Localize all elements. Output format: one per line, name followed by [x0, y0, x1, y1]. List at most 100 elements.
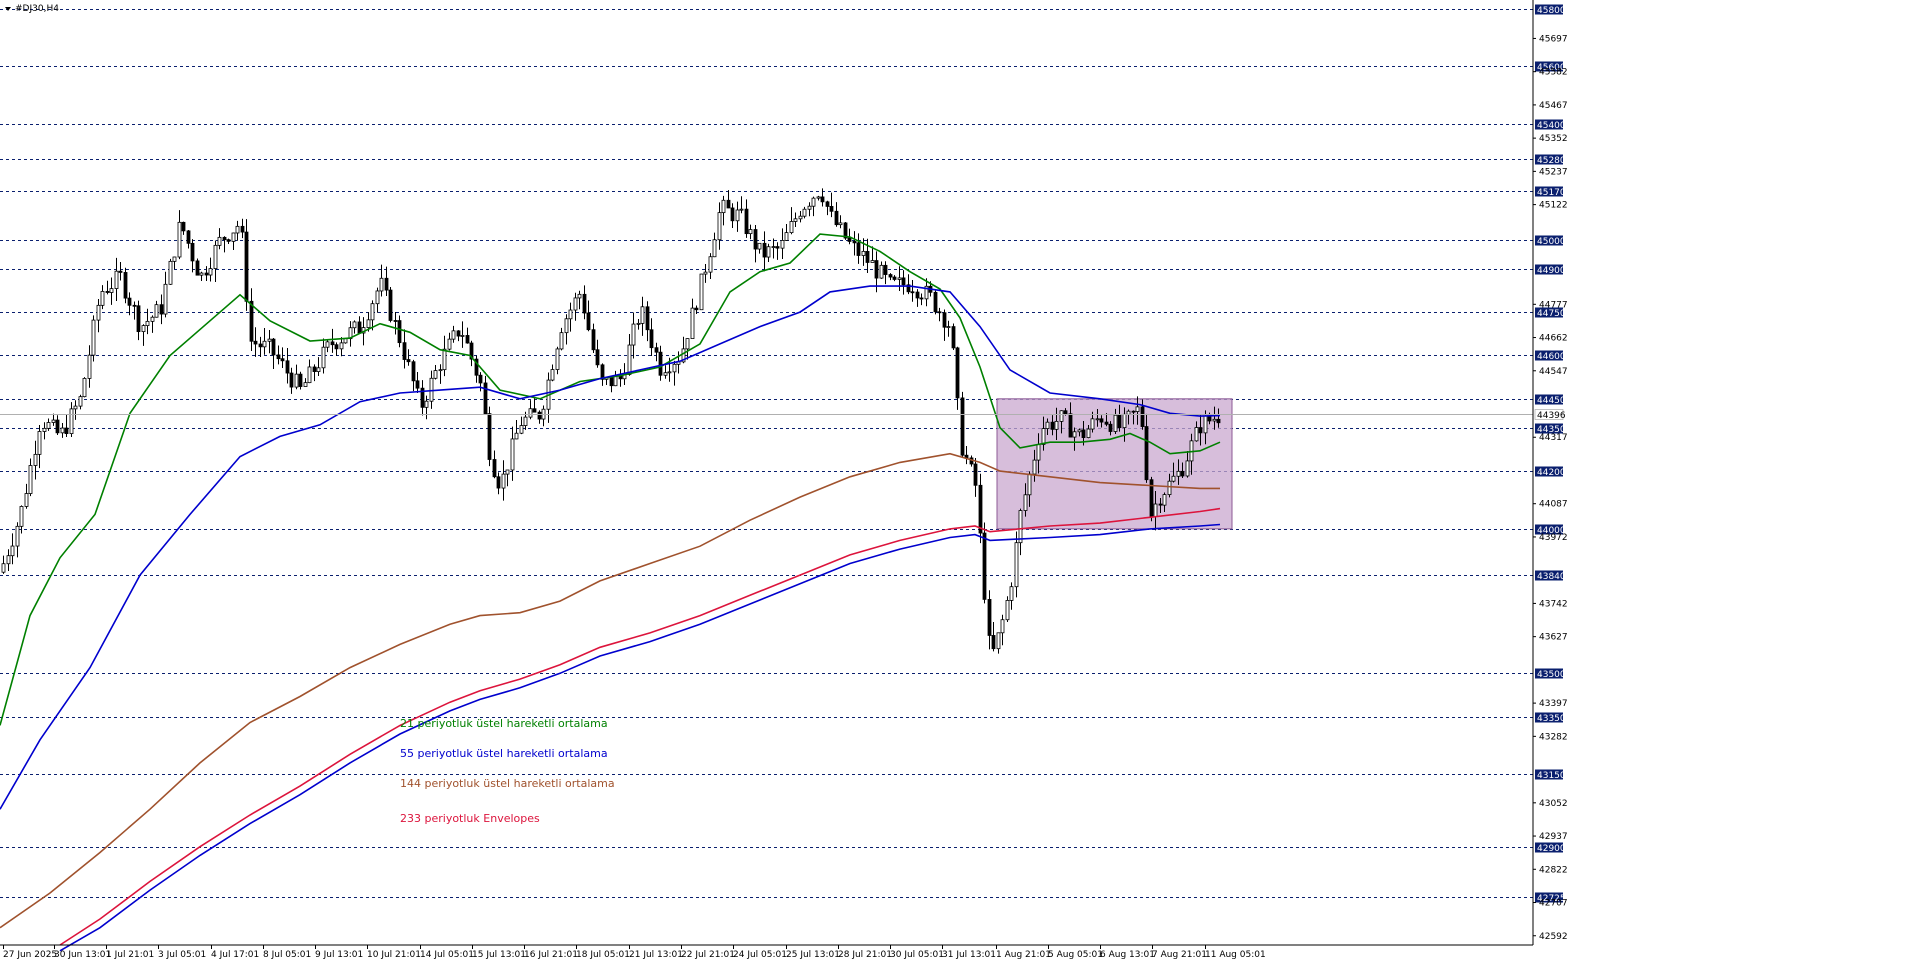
bullish-candle	[510, 438, 515, 471]
bearish-candle	[190, 242, 195, 262]
bullish-candle	[514, 432, 519, 440]
bullish-candle	[87, 354, 92, 379]
time-label: 31 Jul 13:01	[942, 950, 996, 960]
bearish-candle	[465, 335, 470, 344]
bullish-candle	[1126, 410, 1131, 415]
bullish-candle	[78, 396, 83, 407]
price-level-label: 44200	[1537, 468, 1566, 478]
bullish-candle	[231, 232, 236, 242]
bearish-candle	[244, 231, 249, 302]
bearish-candle	[276, 354, 281, 360]
price-level-label: 44900	[1537, 266, 1566, 276]
bullish-candle	[685, 338, 690, 350]
price-level-label: 43150	[1537, 771, 1566, 781]
bearish-candle	[289, 372, 294, 388]
legend-entry: 233 periyotluk Envelopes	[400, 812, 540, 825]
bullish-candle	[528, 408, 533, 418]
time-label: 7 Aug 21:01	[1152, 950, 1207, 960]
bullish-candle	[793, 218, 798, 222]
bullish-candle	[771, 246, 776, 248]
symbol-text: #DJ30,H4	[15, 4, 59, 14]
bullish-candle	[798, 215, 803, 220]
bearish-candle	[537, 411, 542, 420]
bullish-candle	[267, 338, 272, 342]
bullish-candle	[703, 271, 708, 275]
bullish-candle	[573, 297, 578, 311]
bullish-candle	[10, 545, 15, 557]
bullish-candle	[699, 273, 704, 311]
bearish-candle	[487, 413, 492, 460]
bullish-candle	[154, 304, 159, 318]
bearish-candle	[271, 338, 276, 356]
price-tick-label: 45237	[1539, 167, 1568, 177]
bullish-candle	[339, 342, 344, 350]
price-chart[interactable]: 4580045600454004528045170450004490044750…	[0, 0, 1916, 963]
time-label: 1 Aug 21:01	[996, 950, 1051, 960]
bullish-candle	[663, 372, 668, 376]
bullish-candle	[1135, 406, 1140, 412]
bullish-candle	[807, 205, 812, 210]
time-label: 18 Jul 05:01	[576, 950, 630, 960]
time-label: 3 Jul 05:01	[158, 950, 206, 960]
time-label: 28 Jul 21:01	[838, 950, 892, 960]
bearish-candle	[195, 260, 200, 276]
bullish-candle	[897, 277, 902, 280]
price-level-label: 43500	[1537, 670, 1566, 680]
bearish-candle	[726, 199, 731, 209]
bearish-candle	[136, 305, 141, 333]
bullish-candle	[721, 199, 726, 214]
bullish-candle	[424, 400, 429, 408]
bullish-candle	[879, 264, 884, 279]
bearish-candle	[1140, 406, 1145, 427]
bullish-candle	[1113, 414, 1118, 432]
price-level-label: 45170	[1537, 188, 1566, 198]
bullish-candle	[627, 344, 632, 375]
price-tick-label: 42937	[1539, 832, 1568, 842]
bearish-candle	[298, 373, 303, 387]
bullish-candle	[46, 422, 51, 429]
bearish-candle	[132, 304, 137, 307]
bearish-candle	[775, 246, 780, 249]
bullish-candle	[217, 236, 222, 246]
price-tick-label: 45352	[1539, 134, 1568, 144]
price-tick-label: 43397	[1539, 699, 1568, 709]
bullish-candle	[163, 283, 168, 315]
bullish-candle	[631, 323, 636, 346]
bullish-candle	[429, 377, 434, 402]
time-label: 27 Jun 2025	[3, 950, 57, 960]
bearish-candle	[865, 250, 870, 263]
bullish-candle	[1059, 410, 1064, 422]
price-level-label: 45000	[1537, 237, 1566, 247]
bullish-candle	[1, 563, 6, 573]
bullish-candle	[60, 427, 65, 434]
bearish-candle	[1081, 429, 1086, 438]
bearish-candle	[942, 312, 947, 328]
bullish-candle	[1005, 600, 1010, 621]
bullish-candle	[523, 416, 528, 426]
price-tick-label: 42592	[1539, 932, 1568, 942]
bearish-candle	[1216, 418, 1221, 424]
bullish-candle	[316, 367, 321, 372]
time-label: 30 Jul 05:01	[890, 950, 944, 960]
price-tick-label: 44547	[1539, 367, 1568, 377]
bearish-candle	[874, 260, 879, 279]
bearish-candle	[762, 242, 767, 258]
bearish-candle	[910, 291, 915, 294]
bullish-candle	[1036, 444, 1041, 461]
bearish-candle	[955, 347, 960, 399]
bearish-candle	[919, 297, 924, 300]
bearish-candle	[492, 459, 497, 478]
bearish-candle	[892, 276, 897, 280]
bearish-candle	[951, 326, 956, 349]
current-price-label: 44396	[1537, 411, 1566, 421]
legend-entry: 144 periyotluk üstel hareketli ortalama	[400, 777, 615, 790]
price-tick-label: 45697	[1539, 34, 1568, 44]
bearish-candle	[280, 358, 285, 362]
bullish-candle	[757, 242, 762, 250]
bearish-candle	[658, 351, 663, 376]
bullish-candle	[708, 256, 713, 273]
price-level-label: 44750	[1537, 309, 1566, 319]
bearish-candle	[411, 361, 416, 382]
bullish-candle	[1162, 494, 1167, 506]
bullish-candle	[1077, 429, 1082, 433]
